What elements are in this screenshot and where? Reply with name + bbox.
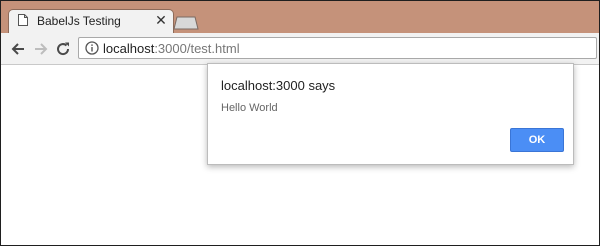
url-path: :3000/test.html	[154, 41, 240, 56]
forward-arrow-icon[interactable]	[31, 39, 51, 59]
tab-strip: BabelJs Testing ✕	[1, 1, 599, 35]
browser-window: BabelJs Testing ✕ localhost:3000/test.ht…	[0, 0, 600, 246]
info-icon[interactable]	[85, 41, 99, 55]
alert-title: localhost:3000 says	[221, 78, 336, 93]
address-bar[interactable]: localhost:3000/test.html	[78, 37, 597, 59]
browser-toolbar: localhost:3000/test.html	[1, 33, 599, 65]
tab-title: BabelJs Testing	[37, 14, 121, 28]
ok-button[interactable]: OK	[510, 128, 564, 152]
tab-babeljs-testing[interactable]: BabelJs Testing ✕	[8, 9, 174, 35]
url-host: localhost	[103, 41, 155, 56]
alert-dialog: localhost:3000 says Hello World OK	[207, 63, 574, 165]
back-arrow-icon[interactable]	[8, 39, 28, 59]
alert-message: Hello World	[221, 102, 278, 114]
close-tab-icon[interactable]: ✕	[153, 11, 169, 29]
url-text[interactable]: localhost:3000/test.html	[103, 41, 240, 56]
new-tab-button[interactable]	[173, 16, 199, 30]
page-icon	[18, 14, 28, 26]
reload-icon[interactable]	[53, 39, 73, 59]
